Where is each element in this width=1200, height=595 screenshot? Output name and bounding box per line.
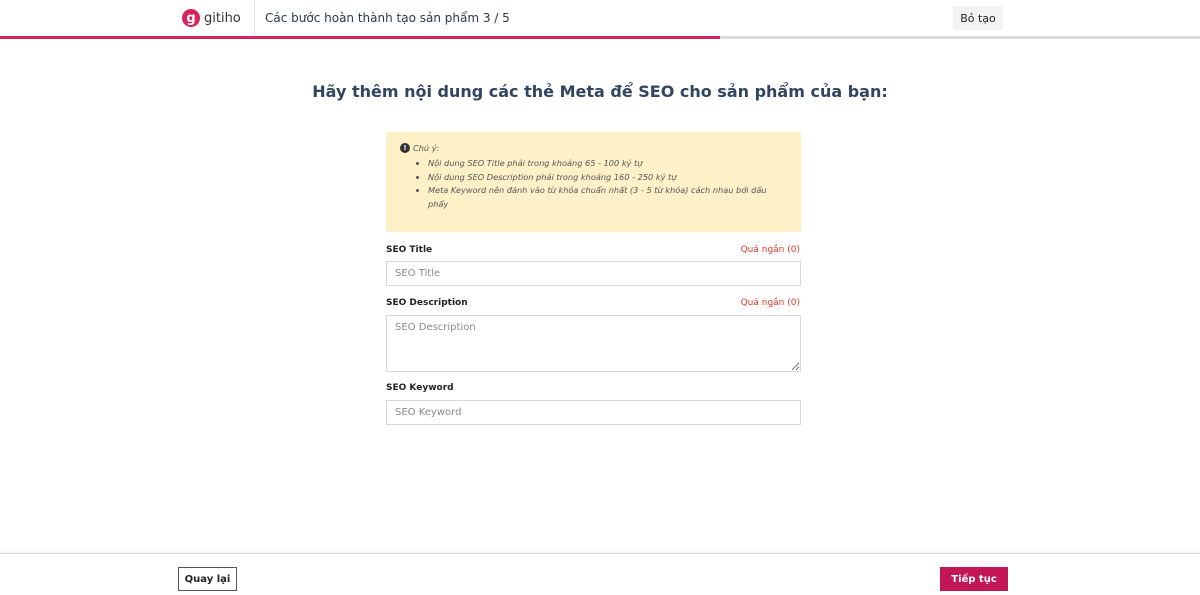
notice-box: ! Chú ý: Nội dung SEO Title phải trong k… [386, 132, 801, 232]
notice-list: Nội dung SEO Title phải trong khoảng 65 … [428, 157, 787, 211]
seo-title-label: SEO Title [386, 245, 433, 255]
notice-item: Meta Keyword nên đánh vào từ khóa chuẩn … [428, 184, 787, 211]
progress-fill [0, 36, 720, 39]
logo-text: gitiho [204, 10, 241, 26]
seo-description-textarea[interactable] [386, 315, 801, 372]
gitiho-logo-icon: g [182, 9, 200, 27]
seo-title-status: Quá ngắn (0) [740, 245, 800, 255]
notice-title: Chú ý: [413, 143, 440, 153]
step-title: Các bước hoàn thành tạo sản phẩm 3 / 5 [265, 11, 510, 25]
seo-description-status: Quá ngắn (0) [740, 298, 800, 308]
header-divider [254, 0, 255, 36]
seo-keyword-label: SEO Keyword [386, 383, 454, 393]
page-heading: Hãy thêm nội dung các thẻ Meta để SEO ch… [312, 82, 888, 101]
seo-title-input[interactable] [386, 261, 801, 286]
gitiho-logo[interactable]: g gitiho [182, 8, 241, 28]
footer-bar: Quay lại Tiếp tục [0, 553, 1200, 595]
continue-button[interactable]: Tiếp tục [940, 567, 1008, 591]
notice-header: ! Chú ý: [400, 143, 787, 153]
top-bar: g gitiho Các bước hoàn thành tạo sản phẩ… [0, 0, 1200, 36]
cancel-creation-button[interactable]: Bỏ tạo [953, 6, 1003, 30]
notice-item: Nội dung SEO Description phải trong khoả… [428, 171, 787, 185]
seo-keyword-input[interactable] [386, 400, 801, 425]
notice-item: Nội dung SEO Title phải trong khoảng 65 … [428, 157, 787, 171]
progress-bar [0, 36, 1200, 39]
seo-description-label: SEO Description [386, 298, 468, 308]
back-button[interactable]: Quay lại [178, 567, 237, 591]
exclamation-circle-icon: ! [400, 143, 410, 153]
